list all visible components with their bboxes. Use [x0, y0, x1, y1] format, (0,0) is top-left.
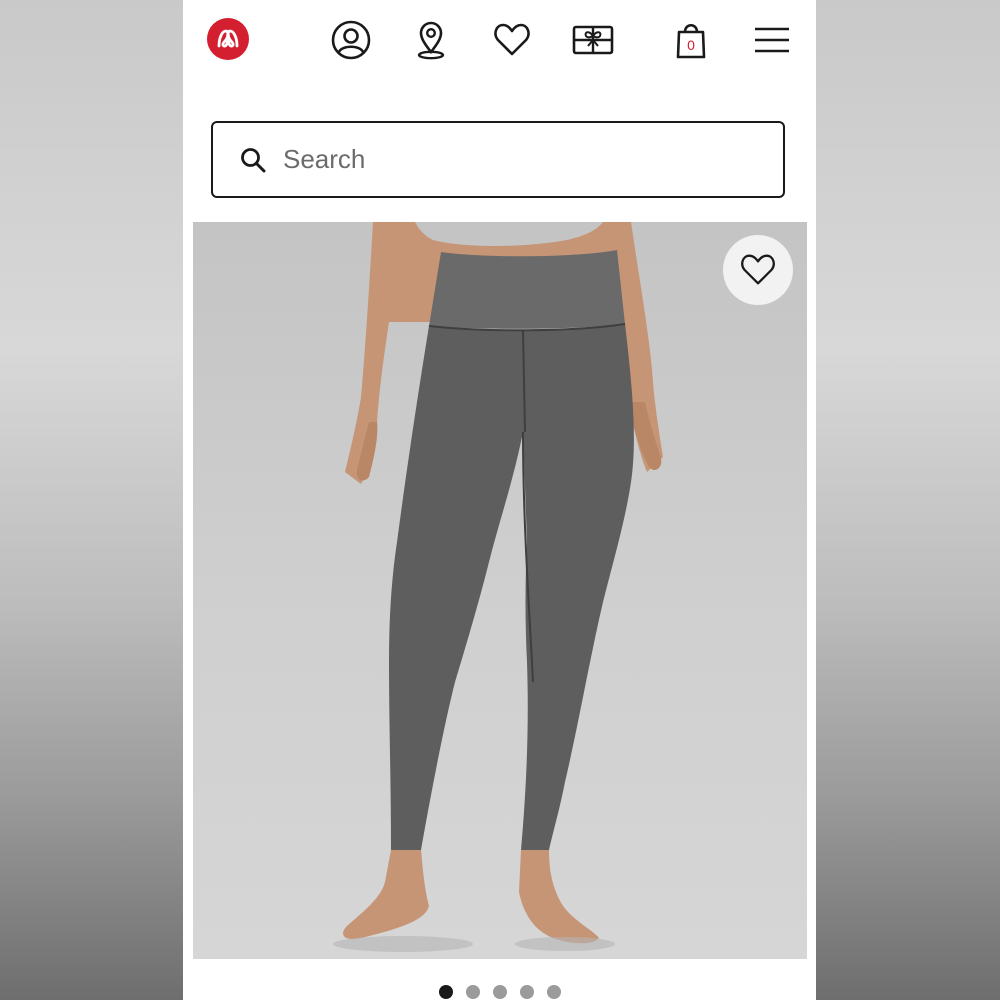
mobile-page: 0: [183, 0, 816, 1000]
carousel-dot[interactable]: [519, 985, 534, 999]
carousel-pagination: [183, 985, 816, 999]
background-right: [816, 0, 1000, 1000]
background-left: [0, 0, 183, 1000]
shopping-bag-icon[interactable]: 0: [669, 18, 713, 62]
account-icon[interactable]: [329, 18, 373, 62]
store-locator-icon[interactable]: [409, 18, 453, 62]
product-image-carousel[interactable]: [193, 222, 807, 959]
add-to-wishlist-button[interactable]: [723, 235, 793, 305]
leggings-product-photo: [333, 222, 663, 952]
search-input[interactable]: [281, 143, 745, 176]
search-icon: [241, 147, 266, 172]
carousel-dot[interactable]: [438, 985, 453, 999]
search-bar[interactable]: [211, 121, 785, 198]
gift-card-icon[interactable]: [571, 18, 615, 62]
cart-count-badge: 0: [687, 37, 695, 53]
carousel-dot[interactable]: [492, 985, 507, 999]
lululemon-logo-icon[interactable]: [207, 18, 249, 60]
carousel-dot[interactable]: [465, 985, 480, 999]
heart-icon: [741, 254, 775, 285]
wishlist-heart-icon[interactable]: [490, 18, 534, 62]
carousel-dot[interactable]: [546, 985, 561, 999]
menu-icon[interactable]: [750, 18, 794, 62]
